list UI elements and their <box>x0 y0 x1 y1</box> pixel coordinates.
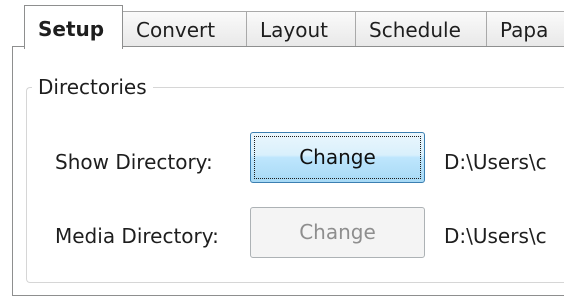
tab-schedule[interactable]: Schedule <box>355 11 487 47</box>
show-directory-change-button[interactable]: Change <box>250 132 425 183</box>
media-directory-change-label: Change <box>299 220 376 244</box>
media-directory-path: D:\Users\c <box>444 224 547 248</box>
media-directory-label: Media Directory: <box>55 224 219 248</box>
tab-setup[interactable]: Setup <box>24 5 123 49</box>
show-directory-label: Show Directory: <box>55 150 213 174</box>
tab-layout[interactable]: Layout <box>246 11 356 47</box>
show-directory-change-label: Change <box>299 145 376 169</box>
directories-group-title: Directories <box>32 72 153 102</box>
tab-strip: Setup Convert Layout Schedule Papa <box>0 0 564 49</box>
media-directory-change-button[interactable]: Change <box>250 207 425 258</box>
show-directory-path: D:\Users\c <box>444 150 547 174</box>
tab-convert[interactable]: Convert <box>122 11 247 47</box>
tab-paper[interactable]: Papa <box>486 11 564 47</box>
